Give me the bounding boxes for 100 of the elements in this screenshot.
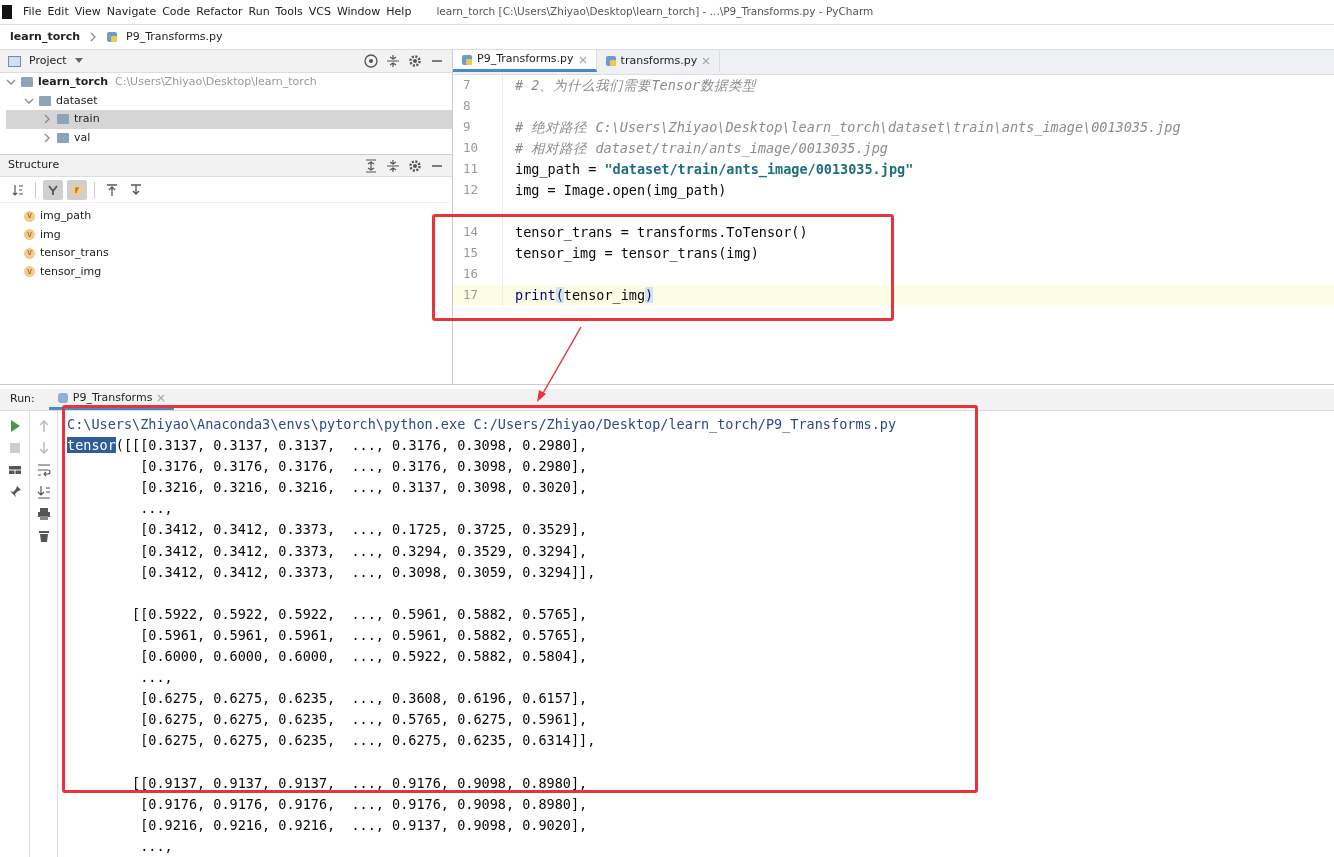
variable-icon: v [24, 266, 35, 278]
arrow-down-icon [129, 182, 143, 197]
code-line: # 绝对路径 C:\Users\Zhiyao\Desktop\learn_torch\dataset\train\ants_image\0013035.jpg [514, 118, 1181, 138]
folder-icon [21, 77, 33, 88]
tab-label: P9_Transforms [72, 389, 153, 406]
variable-icon: v [24, 229, 35, 241]
chevron-icon[interactable] [88, 32, 98, 42]
line-number: 15 [453, 243, 503, 264]
layout-icon[interactable] [7, 463, 22, 477]
panel-title[interactable]: Project [29, 52, 67, 70]
variable-icon: v [24, 210, 35, 222]
menu-item[interactable]: Navigate [103, 3, 160, 21]
collapse-icon[interactable] [386, 158, 400, 173]
menu-item[interactable]: Help [383, 3, 415, 21]
soft-wrap-icon[interactable] [36, 463, 51, 477]
print-icon[interactable] [36, 507, 51, 521]
panel-title: Run: [10, 391, 35, 408]
console-line: [[0.5922, 0.5922, 0.5922, ..., 0.5961, 0.5882, 0.5765], [131, 604, 589, 624]
tree-label: dataset [56, 92, 98, 109]
console-line: [0.6275, 0.6275, 0.6235, ..., 0.3608, 0.6196, 0.6157], [139, 689, 589, 709]
structure-item[interactable]: img_path [40, 208, 92, 225]
close-icon[interactable] [156, 393, 167, 403]
locate-icon[interactable] [364, 54, 378, 68]
console-line: [0.5961, 0.5961, 0.5961, ..., 0.5961, 0.5882, 0.5765], [139, 625, 589, 645]
console-line: [0.3412, 0.3412, 0.3373, ..., 0.3294, 0.3529, 0.3294], [139, 541, 589, 561]
scroll-end-icon[interactable] [36, 485, 51, 499]
menu-item[interactable]: Code [159, 3, 194, 21]
line-number: 8 [453, 96, 503, 117]
panel-title: Structure [8, 157, 60, 174]
tab-label: transforms.py [620, 52, 698, 69]
menu-item[interactable]: Tools [272, 3, 306, 21]
menu-item[interactable]: Refactor [193, 3, 246, 21]
console-line: [0.9176, 0.9176, 0.9176, ..., 0.9176, 0.9098, 0.8980], [139, 794, 589, 814]
line-number: 14 [453, 222, 503, 243]
settings-icon[interactable] [408, 158, 422, 173]
console-line: ..., [139, 668, 174, 688]
code-line: # 2、为什么我们需要Tensor数据类型 [514, 76, 757, 96]
menu-item[interactable]: Edit [44, 3, 72, 21]
structure-item[interactable]: img [40, 226, 61, 243]
line-number: 9 [453, 117, 503, 138]
close-icon[interactable] [577, 54, 588, 65]
console-line: [0.6000, 0.6000, 0.6000, ..., 0.5922, 0.5882, 0.5804], [139, 647, 589, 667]
code-line: img = Image.open(img_path) [514, 181, 727, 201]
toggle-button[interactable] [43, 179, 63, 200]
settings-icon[interactable] [408, 54, 422, 68]
menu-item[interactable]: Run [245, 3, 273, 21]
python-file-icon[interactable] [106, 31, 118, 43]
path-hint: C:\Users\Zhiyao\Desktop\learn_torch [115, 74, 317, 90]
code-line: img_path = "dataset/train/ants_image/0013035.jpg" [514, 160, 914, 180]
python-file-icon[interactable] [604, 55, 617, 67]
toggle-button[interactable] [67, 179, 87, 200]
tree-item[interactable]: train [6, 110, 452, 129]
line-number: 17 [453, 285, 503, 306]
console-line: ..., [139, 836, 174, 856]
chevron-icon[interactable] [42, 114, 52, 125]
close-icon[interactable] [701, 56, 712, 66]
structure-item[interactable]: tensor_img [40, 263, 102, 280]
console-line: [0.6275, 0.6275, 0.6235, ..., 0.6275, 0.6235, 0.6314]], [139, 731, 597, 751]
line-number: 10 [453, 138, 503, 159]
python-icon[interactable] [56, 392, 69, 404]
tree-label: train [74, 111, 100, 127]
console-line: ..., [139, 499, 174, 519]
arrow-down-icon[interactable] [36, 441, 51, 455]
run-tab[interactable]: P9_Transforms [48, 389, 175, 410]
code-line: # 相对路径 dataset/train/ants_image/0013035.jpg [514, 139, 888, 159]
folder-icon [57, 114, 69, 125]
tree-label: val [74, 129, 91, 146]
trash-icon[interactable] [36, 529, 51, 543]
expand-all-icon[interactable] [364, 158, 378, 173]
structure-item[interactable]: tensor_trans [40, 245, 109, 262]
tree-item[interactable]: learn_torch C:\Users\Zhiyao\Desktop\learn_torch [6, 73, 452, 92]
tab-label: P9_Transforms.py [477, 51, 574, 68]
menu-item[interactable]: View [71, 3, 104, 21]
console-line: [0.3176, 0.3176, 0.3176, ..., 0.3176, 0.3098, 0.2980], [139, 457, 589, 477]
collapse-icon[interactable] [386, 54, 400, 68]
console-line: [0.3216, 0.3216, 0.3216, ..., 0.3137, 0.3098, 0.3020], [139, 478, 589, 498]
sort-icon [11, 182, 25, 197]
chevron-icon[interactable] [42, 132, 52, 143]
panel-icon[interactable] [8, 55, 21, 67]
file-tab[interactable]: P9_Transforms.py [453, 50, 597, 72]
code-line: print(tensor_img) [514, 286, 654, 306]
menu-item[interactable]: Window [333, 3, 384, 21]
code-line: tensor_img = tensor_trans(img) [514, 244, 759, 264]
line-number: 7 [453, 75, 503, 96]
arrow-up-icon [105, 182, 119, 197]
menu-item[interactable]: VCS [305, 3, 334, 21]
breadcrumb-item[interactable]: learn_torch [10, 28, 80, 46]
breadcrumb-item[interactable]: P9_Transforms.py [126, 28, 223, 46]
field-icon [70, 182, 84, 197]
window-title: learn_torch [C:\Users\Zhiyao\Desktop\learn_torch] - ...\P9_Transforms.py - PyCharm [436, 4, 874, 20]
menu-item[interactable]: File [20, 3, 45, 21]
console-line: [[0.9137, 0.9137, 0.9137, ..., 0.9176, 0.9098, 0.8980], [131, 773, 589, 793]
console-line: C:\Users\Zhiyao\Anaconda3\envs\pytorch\python.exe C:/Users/Zhiyao/Desktop/learn_torch/P9_Transforms.py [67, 415, 897, 435]
line-number: 12 [453, 180, 503, 201]
console-line: [0.3412, 0.3412, 0.3373, ..., 0.1725, 0.3725, 0.3529], [139, 520, 589, 540]
tree-item[interactable]: val [6, 128, 452, 147]
code-line: tensor_trans = transforms.ToTensor() [514, 223, 808, 243]
python-file-icon[interactable] [461, 53, 473, 66]
tree-item[interactable]: dataset [6, 91, 452, 110]
dropdown-icon[interactable] [74, 58, 83, 64]
